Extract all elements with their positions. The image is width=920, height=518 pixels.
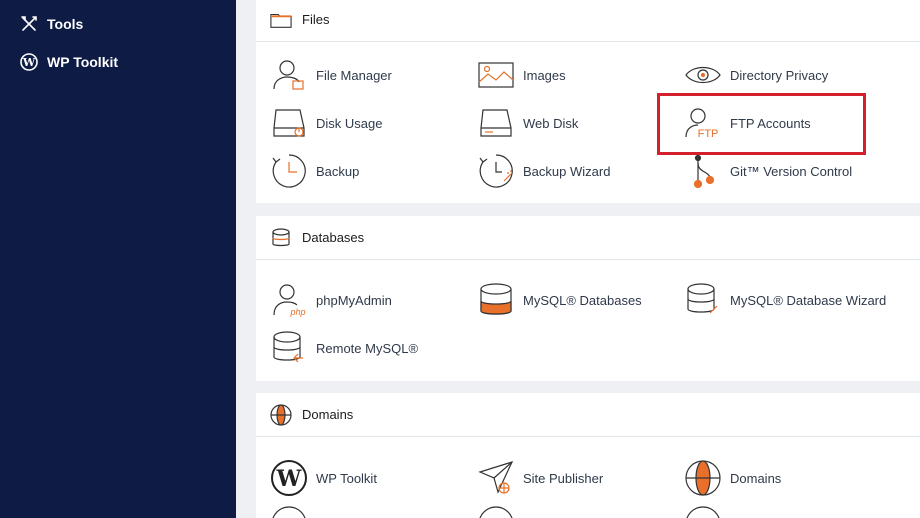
item-label: Directory Privacy xyxy=(730,67,829,83)
backup-link[interactable]: Backup xyxy=(270,152,359,190)
globe-icon xyxy=(270,403,292,426)
files-panel-header[interactable]: Files xyxy=(256,0,920,42)
remote-mysql-link[interactable]: Remote MySQL® xyxy=(270,329,418,367)
item-label: MySQL® Database Wizard xyxy=(730,292,887,308)
item-label: Disk Usage xyxy=(316,115,383,131)
item-label: Site Publisher xyxy=(523,470,604,486)
file-manager-icon xyxy=(270,56,308,94)
svg-text:W: W xyxy=(22,56,36,69)
file-manager-link[interactable]: File Manager xyxy=(270,56,392,94)
panel-title: Databases xyxy=(302,230,365,245)
site-publisher-icon xyxy=(477,459,515,497)
database-icon xyxy=(270,227,292,249)
databases-panel: Databases php phpMyAdmin MySQL® Database… xyxy=(256,216,920,381)
sidebar-item-label: WP Toolkit xyxy=(47,54,119,70)
images-link[interactable]: Images xyxy=(477,56,566,94)
phpmyadmin-icon: php xyxy=(270,281,308,319)
git-version-control-link[interactable]: Git™ Version Control xyxy=(684,152,852,190)
panel-title: Domains xyxy=(302,407,354,422)
folder-icon xyxy=(270,9,292,31)
disk-usage-icon xyxy=(270,104,308,142)
domains-row2-icon-2[interactable] xyxy=(477,505,523,518)
mysql-icon xyxy=(477,281,515,319)
web-disk-link[interactable]: Web Disk xyxy=(477,104,578,142)
item-label: phpMyAdmin xyxy=(316,292,392,308)
tools-icon xyxy=(20,15,38,33)
item-label: MySQL® Databases xyxy=(523,292,642,308)
mysql-databases-link[interactable]: MySQL® Databases xyxy=(477,281,642,319)
databases-panel-header[interactable]: Databases xyxy=(256,216,920,260)
item-label: File Manager xyxy=(316,67,392,83)
mysql-database-wizard-link[interactable]: MySQL® Database Wizard xyxy=(684,281,886,319)
wp-toolkit-link[interactable]: W WP Toolkit xyxy=(270,459,377,497)
item-label: Images xyxy=(523,67,566,83)
remote-mysql-icon xyxy=(270,329,308,367)
main-content: Files File Manager Images Directory Priv… xyxy=(236,0,920,518)
directory-privacy-link[interactable]: Directory Privacy xyxy=(684,56,828,94)
svg-text:php: php xyxy=(289,307,305,317)
files-panel: Files File Manager Images Directory Priv… xyxy=(256,0,920,203)
item-label: Remote MySQL® xyxy=(316,340,419,356)
item-label: WP Toolkit xyxy=(316,470,377,486)
item-label: Backup Wizard xyxy=(523,163,611,179)
ftp-accounts-link[interactable]: FTP FTP Accounts xyxy=(684,104,811,142)
disk-usage-link[interactable]: Disk Usage xyxy=(270,104,382,142)
globe-icon xyxy=(684,459,722,497)
item-label: FTP Accounts xyxy=(730,115,811,131)
sidebar-item-label: Tools xyxy=(47,16,84,32)
domains-panel: Domains W WP Toolkit Site Publisher Doma… xyxy=(256,393,920,518)
item-label: Backup xyxy=(316,163,360,179)
domains-link[interactable]: Domains xyxy=(684,459,781,497)
circle-icon xyxy=(684,505,722,518)
svg-text:W: W xyxy=(276,466,302,492)
images-icon xyxy=(477,56,515,94)
sidebar-item-wp-toolkit[interactable]: W WP Toolkit xyxy=(20,53,118,71)
sidebar-item-tools[interactable]: Tools xyxy=(20,15,83,33)
web-disk-icon xyxy=(477,104,515,142)
wordpress-icon: W xyxy=(270,459,308,497)
item-label: Git™ Version Control xyxy=(730,163,853,179)
circle-icon xyxy=(270,505,308,518)
eye-icon xyxy=(684,56,722,94)
backup-wizard-link[interactable]: Backup Wizard xyxy=(477,152,610,190)
ftp-icon: FTP xyxy=(684,104,722,142)
backup-wizard-icon xyxy=(477,152,515,190)
domains-row2-icon-1[interactable] xyxy=(270,505,316,518)
site-publisher-link[interactable]: Site Publisher xyxy=(477,459,603,497)
svg-text:FTP: FTP xyxy=(698,128,719,139)
mysql-wizard-icon xyxy=(684,281,722,319)
git-icon xyxy=(684,152,722,190)
phpmyadmin-link[interactable]: php phpMyAdmin xyxy=(270,281,392,319)
domains-row2-icon-3[interactable] xyxy=(684,505,730,518)
sidebar: Tools W WP Toolkit xyxy=(0,0,236,518)
circle-icon xyxy=(477,505,515,518)
item-label: Web Disk xyxy=(523,115,579,131)
wordpress-icon: W xyxy=(20,53,38,71)
domains-panel-header[interactable]: Domains xyxy=(256,393,920,437)
item-label: Domains xyxy=(730,470,782,486)
backup-icon xyxy=(270,152,308,190)
panel-title: Files xyxy=(302,12,330,27)
